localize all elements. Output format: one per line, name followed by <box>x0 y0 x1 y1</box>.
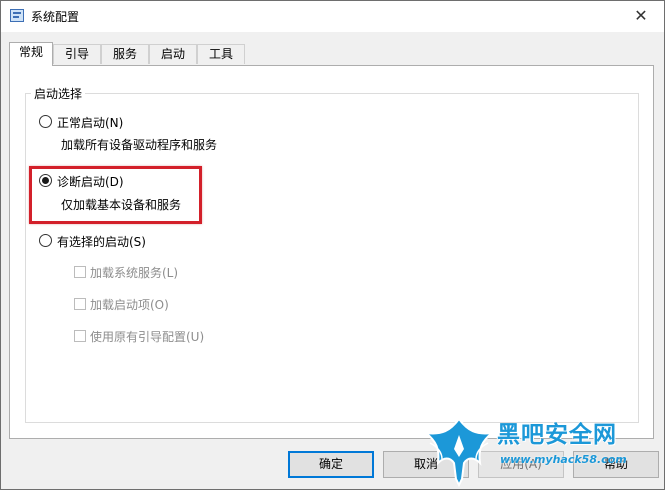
normal-startup-desc: 加载所有设备驱动程序和服务 <box>61 138 218 152</box>
load-system-services-label: 加载系统服务(L) <box>90 266 179 280</box>
msconfig-icon <box>10 9 24 22</box>
watermark-site-url: www.myhack58.com <box>500 453 627 466</box>
load-startup-items-label: 加载启动项(O) <box>90 298 169 312</box>
close-button[interactable]: ✕ <box>618 1 664 32</box>
watermark-logo-icon <box>422 417 496 488</box>
load-system-services-checkbox[interactable] <box>74 266 86 278</box>
use-original-boot-config-checkbox[interactable] <box>74 330 86 342</box>
selective-startup-radio[interactable] <box>39 234 52 247</box>
window-title: 系统配置 <box>31 10 80 24</box>
close-icon: ✕ <box>634 6 648 25</box>
tab-startup[interactable]: 启动 <box>149 44 197 64</box>
highlight-box <box>29 166 202 224</box>
tab-services[interactable]: 服务 <box>101 44 149 64</box>
tab-tools[interactable]: 工具 <box>197 44 245 64</box>
watermark-site-name: 黑吧安全网 <box>497 422 617 448</box>
tab-boot[interactable]: 引导 <box>53 44 101 64</box>
normal-startup-label: 正常启动(N) <box>57 116 124 130</box>
system-configuration-window: 系统配置 ✕ 常规 引导 服务 启动 工具 启动选择 正常启动(N) 加载所有设… <box>0 0 665 490</box>
use-original-boot-config-label: 使用原有引导配置(U) <box>90 330 205 344</box>
normal-startup-radio[interactable] <box>39 115 52 128</box>
load-startup-items-checkbox[interactable] <box>74 298 86 310</box>
startup-selection-title: 启动选择 <box>31 85 86 102</box>
title-bar: 系统配置 ✕ <box>1 1 664 32</box>
selective-startup-label: 有选择的启动(S) <box>57 235 146 249</box>
ok-button[interactable]: 确定 <box>288 451 374 478</box>
tab-general[interactable]: 常规 <box>9 42 53 66</box>
